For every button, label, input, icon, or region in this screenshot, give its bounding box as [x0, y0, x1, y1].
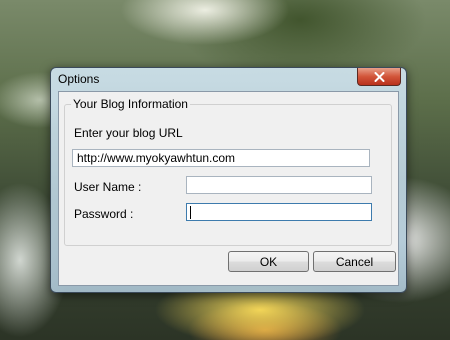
url-input[interactable]: http://www.myokyawhtun.com	[72, 149, 370, 167]
title-bar[interactable]: Options	[51, 68, 406, 90]
ok-button[interactable]: OK	[228, 251, 309, 272]
url-label: Enter your blog URL	[74, 126, 183, 140]
dialog-client-area: Your Blog Information Enter your blog UR…	[58, 91, 399, 286]
close-button[interactable]	[357, 68, 401, 86]
password-input[interactable]	[186, 203, 372, 221]
options-dialog: Options Your Blog Information Enter your…	[50, 67, 407, 293]
username-input[interactable]	[186, 176, 372, 194]
password-label: Password :	[74, 207, 134, 221]
blog-info-group: Your Blog Information Enter your blog UR…	[64, 97, 392, 246]
cancel-button[interactable]: Cancel	[313, 251, 396, 272]
text-caret	[190, 206, 191, 219]
window-title: Options	[58, 72, 100, 86]
group-title: Your Blog Information	[71, 97, 190, 111]
close-icon	[374, 71, 385, 82]
username-label: User Name :	[74, 180, 142, 194]
